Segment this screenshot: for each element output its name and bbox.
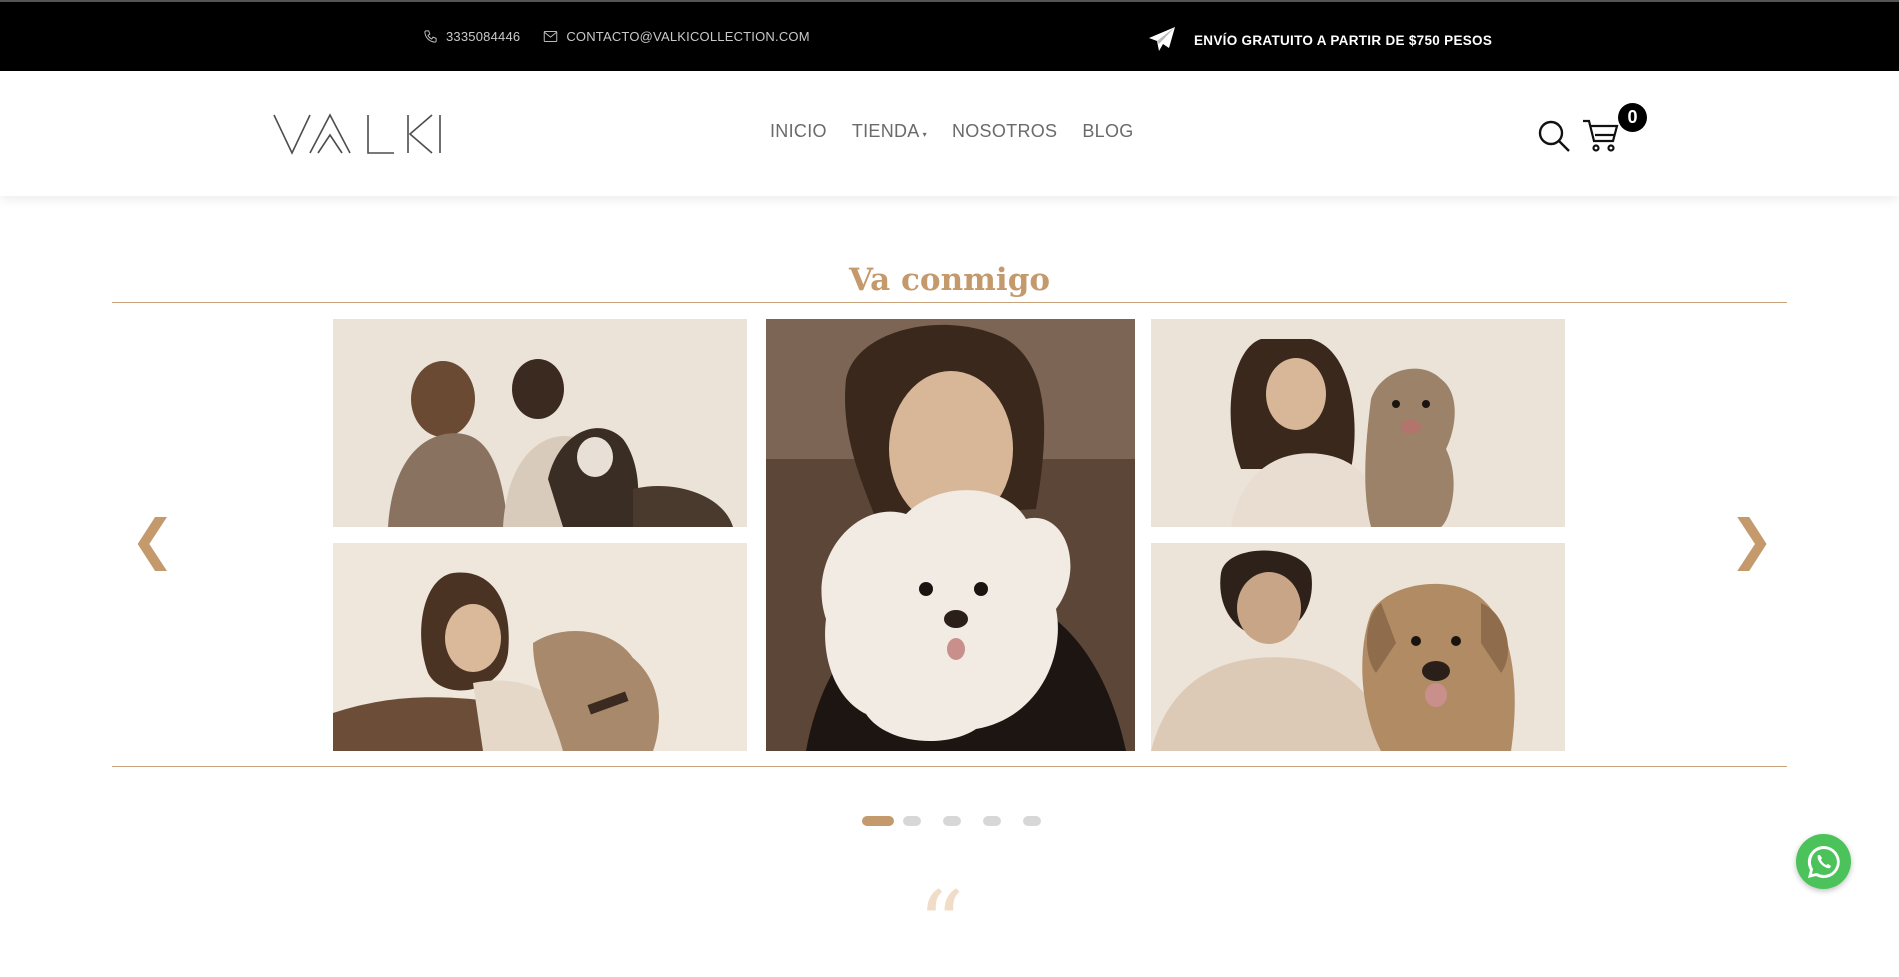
photo-couple-husky [333,319,747,527]
carousel-next-button[interactable]: ❯ [1729,510,1774,570]
email-link[interactable]: CONTACTO@VALKICOLLECTION.COM [566,29,809,44]
cart-icon[interactable] [1582,117,1620,153]
carousel-prev-button[interactable]: ❮ [130,510,175,570]
whatsapp-button[interactable] [1796,834,1851,889]
carousel-pagination [862,816,1063,826]
chevron-down-icon: ▾ [922,130,927,139]
mail-icon [542,28,558,44]
paper-plane-icon [1148,26,1176,55]
whatsapp-icon [1807,845,1840,878]
site-header: INICIO TIENDA ▾ NOSOTROS BLOG 0 [0,71,1899,196]
section-title: Va conmigo [848,262,1051,298]
divider [112,302,1787,303]
shipping-banner: ENVÍO GRATUITO A PARTIR DE $750 PESOS [1148,26,1492,55]
photo-woman-greyhound [333,543,747,751]
nav-inicio[interactable]: INICIO [770,121,827,142]
shipping-text: ENVÍO GRATUITO A PARTIR DE $750 PESOS [1194,33,1493,48]
carousel-dot-3[interactable] [943,816,961,826]
main-nav: INICIO TIENDA ▾ NOSOTROS BLOG [770,121,1134,142]
search-icon[interactable] [1537,119,1571,153]
divider [112,766,1787,767]
cart-count-badge[interactable]: 0 [1618,103,1647,132]
nav-nosotros[interactable]: NOSOTROS [952,121,1057,142]
valki-logo[interactable] [272,111,442,157]
quote-mark: “ [918,872,965,977]
photo-man-golden-retriever [1151,543,1565,751]
photo-woman-poodle [766,319,1135,751]
carousel-dot-4[interactable] [983,816,1001,826]
contact-info: 3335084446 CONTACTO@VALKICOLLECTION.COM [422,28,810,44]
nav-blog[interactable]: BLOG [1082,121,1133,142]
phone-number[interactable]: 3335084446 [446,29,520,44]
photo-woman-terrier [1151,319,1565,527]
top-bar: 3335084446 CONTACTO@VALKICOLLECTION.COM … [0,0,1899,71]
nav-tienda[interactable]: TIENDA ▾ [852,121,927,142]
phone-icon [422,28,438,44]
carousel-dot-1[interactable] [862,816,894,826]
carousel-dot-2[interactable] [903,816,921,826]
carousel-dot-5[interactable] [1023,816,1041,826]
